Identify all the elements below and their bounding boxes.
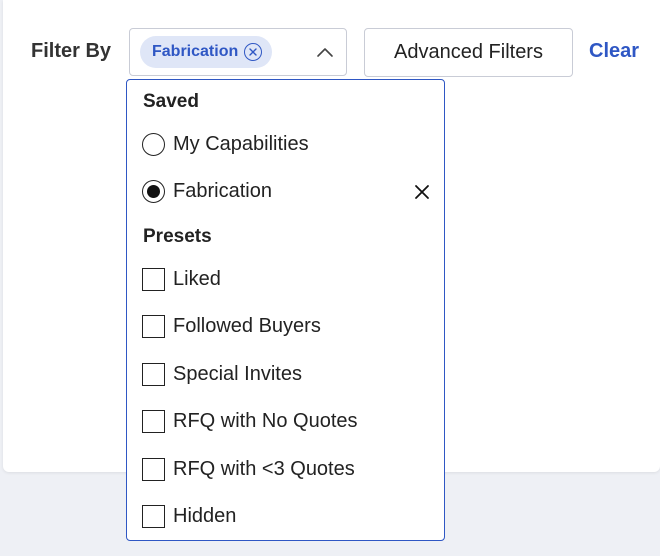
checkbox[interactable] bbox=[142, 314, 165, 338]
preset-item-label: RFQ with No Quotes bbox=[173, 409, 358, 432]
preset-item-liked[interactable]: Liked bbox=[142, 266, 221, 292]
chip-remove-icon[interactable] bbox=[244, 43, 263, 61]
preset-item-hidden[interactable]: Hidden bbox=[142, 503, 236, 529]
chevron-up-icon[interactable] bbox=[316, 44, 334, 62]
saved-item-label: Fabrication bbox=[173, 179, 272, 202]
filter-dropdown-menu: Saved My Capabilities Fabrication Preset… bbox=[126, 79, 445, 541]
close-icon[interactable] bbox=[414, 184, 430, 200]
preset-item-rfq-no-quotes[interactable]: RFQ with No Quotes bbox=[142, 408, 358, 434]
saved-section-title: Saved bbox=[143, 91, 199, 112]
clear-link[interactable]: Clear bbox=[589, 40, 639, 63]
preset-item-rfq-under-3-quotes[interactable]: RFQ with <3 Quotes bbox=[142, 456, 355, 482]
radio-button[interactable] bbox=[142, 132, 165, 156]
chip-label: Fabrication bbox=[152, 43, 239, 60]
checkbox[interactable] bbox=[142, 362, 165, 386]
preset-item-label: Liked bbox=[173, 267, 221, 290]
radio-dot bbox=[147, 184, 160, 198]
preset-item-label: Hidden bbox=[173, 504, 237, 527]
saved-item-my-capabilities[interactable]: My Capabilities bbox=[142, 131, 309, 157]
preset-item-special-invites[interactable]: Special Invites bbox=[142, 361, 302, 387]
radio-button-selected[interactable] bbox=[142, 179, 165, 203]
preset-item-label: Followed Buyers bbox=[173, 314, 321, 337]
selected-filter-chip: Fabrication bbox=[140, 36, 273, 68]
preset-item-label: RFQ with <3 Quotes bbox=[173, 457, 355, 480]
advanced-filters-button[interactable]: Advanced Filters bbox=[364, 28, 573, 77]
checkbox[interactable] bbox=[142, 457, 165, 481]
preset-item-followed-buyers[interactable]: Followed Buyers bbox=[142, 313, 321, 339]
checkbox[interactable] bbox=[142, 409, 165, 433]
checkbox[interactable] bbox=[142, 267, 165, 291]
presets-section-title: Presets bbox=[143, 226, 212, 247]
preset-item-label: Special Invites bbox=[173, 362, 302, 385]
saved-item-fabrication[interactable]: Fabrication bbox=[142, 178, 272, 204]
saved-item-label: My Capabilities bbox=[173, 132, 309, 155]
checkbox[interactable] bbox=[142, 504, 165, 528]
filter-by-label: Filter By bbox=[31, 40, 112, 62]
filter-select[interactable]: Fabrication bbox=[129, 28, 347, 76]
